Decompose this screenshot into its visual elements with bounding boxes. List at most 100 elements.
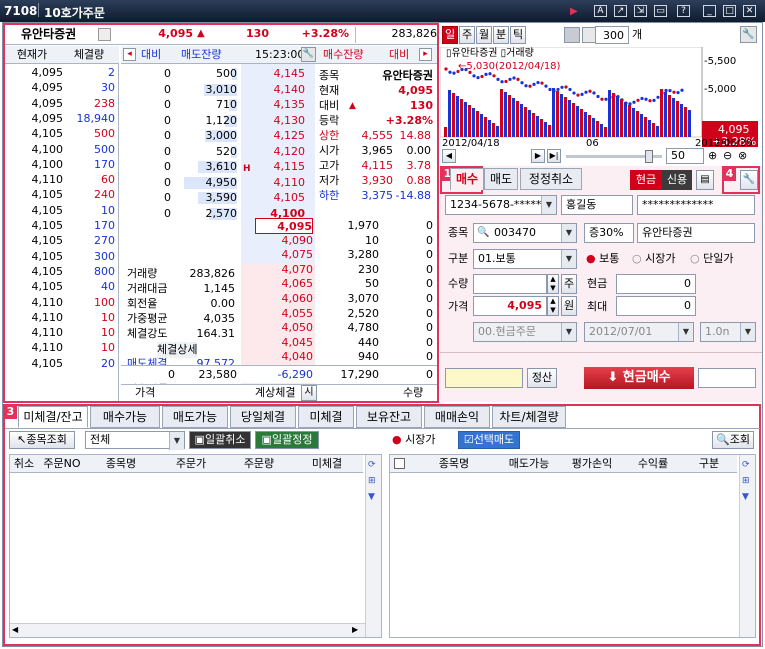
chart-toggle-a[interactable] bbox=[564, 27, 580, 43]
ask-price[interactable]: 4,145 bbox=[243, 66, 306, 82]
font-icon[interactable]: A bbox=[594, 5, 607, 17]
cancel-all-button[interactable]: ▣일괄취소 bbox=[189, 431, 251, 449]
zoom-slider-handle[interactable] bbox=[645, 150, 653, 163]
ask-price[interactable]: 4,120 bbox=[243, 144, 306, 160]
bid-price[interactable]: 4,065 bbox=[255, 276, 314, 292]
refresh2-icon[interactable]: ⟳ bbox=[742, 457, 750, 473]
ask-price[interactable]: 4,105 bbox=[243, 190, 306, 206]
credit-toggle[interactable]: 신용 bbox=[662, 170, 692, 190]
order-kind-select[interactable]: 00.현금주문 bbox=[473, 322, 577, 342]
bar-count-input[interactable]: 300 bbox=[595, 26, 629, 44]
ask-price[interactable]: 4,130 bbox=[243, 113, 306, 129]
zoom-reset-icon[interactable]: ⊗ bbox=[738, 148, 747, 164]
wrench-icon[interactable]: 🔧 bbox=[301, 47, 316, 62]
tab-sell[interactable]: 매도 bbox=[484, 168, 518, 190]
chart-settings-icon[interactable]: 🔧 bbox=[740, 26, 757, 43]
ask-price[interactable]: 4,125 bbox=[243, 128, 306, 144]
stock-lookup-button[interactable]: ↖종목조회 bbox=[9, 431, 75, 449]
bid-price[interactable]: 4,045 bbox=[255, 335, 314, 351]
chart-tab-0[interactable]: 일 bbox=[442, 26, 458, 44]
add-icon[interactable]: ⊞ bbox=[368, 473, 376, 489]
hscroll-left-icon[interactable]: ◀ bbox=[12, 622, 18, 638]
bottom-tab-3[interactable]: 당일체결 bbox=[230, 406, 296, 428]
filter-select[interactable]: 전체 bbox=[85, 431, 185, 450]
refresh-icon[interactable]: ⟳ bbox=[368, 457, 376, 473]
settle-field[interactable] bbox=[445, 368, 523, 388]
bid-price[interactable]: 4,095 bbox=[255, 218, 313, 234]
select-sell-button[interactable]: ☑선택매도 bbox=[458, 431, 520, 449]
bottom-tab-4[interactable]: 미체결 bbox=[298, 406, 354, 428]
ask-price[interactable]: 4,115 bbox=[243, 159, 306, 175]
bid-price[interactable]: 4,090 bbox=[255, 233, 314, 249]
date-select[interactable]: 2012/07/01 bbox=[584, 322, 694, 342]
scroll-left-button[interactable]: ◀ bbox=[442, 149, 456, 163]
qty-stepper[interactable]: ▲ ▼ bbox=[547, 274, 559, 294]
bottom-tab-2[interactable]: 매도가능 bbox=[162, 406, 228, 428]
bid-price[interactable]: 4,055 bbox=[255, 306, 314, 322]
orders-hscrollbar[interactable]: ◀ ▶ bbox=[10, 623, 365, 637]
ask-price[interactable]: 4,110 bbox=[243, 175, 306, 191]
bid-price[interactable]: 4,075 bbox=[255, 247, 314, 263]
close-icon[interactable]: ✕ bbox=[743, 5, 756, 17]
chart-tab-3[interactable]: 분 bbox=[493, 26, 509, 44]
days-select[interactable]: 1.0n bbox=[700, 322, 756, 342]
price-stepper[interactable]: ▲ ▼ bbox=[547, 296, 559, 316]
orders-scrollbar[interactable]: ⟳ ⊞ ▼ bbox=[365, 455, 381, 637]
password-input[interactable]: ************* bbox=[637, 195, 755, 215]
stock-search-icon[interactable] bbox=[98, 28, 111, 41]
qty-input[interactable] bbox=[473, 274, 547, 294]
account-select[interactable]: 1234-5678-***** bbox=[445, 195, 557, 215]
ask-price[interactable]: 4,140 bbox=[243, 82, 306, 98]
opt-single[interactable]: ○ 단일가 bbox=[690, 251, 733, 267]
cash-toggle[interactable]: 현금 bbox=[630, 170, 662, 190]
chart-tab-1[interactable]: 주 bbox=[459, 26, 475, 44]
bid-price[interactable]: 4,060 bbox=[255, 291, 314, 307]
lookup-button[interactable]: 🔍조회 bbox=[712, 431, 754, 449]
price-input[interactable]: 4,095 bbox=[473, 296, 547, 316]
opt-market[interactable]: ○ 시장가 bbox=[632, 251, 675, 267]
scroll-right-button[interactable]: ▶ bbox=[531, 149, 545, 163]
chart-toggle-b[interactable] bbox=[582, 27, 596, 43]
chart-tab-4[interactable]: 틱 bbox=[510, 26, 526, 44]
select-all-checkbox[interactable] bbox=[394, 458, 405, 469]
restore-icon[interactable]: ▭ bbox=[654, 5, 667, 17]
minimize-icon[interactable]: _ bbox=[703, 5, 716, 17]
order-settings-icon[interactable]: 🔧 bbox=[740, 170, 758, 190]
play-icon[interactable]: ▶ bbox=[570, 6, 578, 17]
chart-tab-2[interactable]: 월 bbox=[476, 26, 492, 44]
bottom-tab-5[interactable]: 보유잔고 bbox=[356, 406, 422, 428]
qty-unit-button[interactable]: 주 bbox=[561, 274, 577, 294]
tab-buy[interactable]: 매수 bbox=[450, 168, 484, 190]
ask-price[interactable]: 4,135 bbox=[243, 97, 306, 113]
holdings-scrollbar[interactable]: ⟳ ⊞ ▼ bbox=[739, 455, 755, 637]
modify-all-button[interactable]: ▣일괄정정 bbox=[255, 431, 319, 449]
bottom-tab-1[interactable]: 매수가능 bbox=[90, 406, 160, 428]
zoom-out-icon[interactable]: ⊖ bbox=[723, 148, 732, 164]
tab-modify-cancel[interactable]: 정정취소 bbox=[520, 168, 582, 190]
bid-price[interactable]: 4,040 bbox=[255, 349, 314, 365]
bottom-tab-6[interactable]: 매매손익 bbox=[424, 406, 490, 428]
link-icon[interactable]: ↗ bbox=[614, 5, 627, 17]
order-book-icon[interactable]: ▤ bbox=[696, 170, 714, 190]
bid-price[interactable]: 4,070 bbox=[255, 262, 314, 278]
expand-right-icon[interactable]: ▸ bbox=[419, 48, 432, 61]
order-type-select[interactable]: 01.보통 bbox=[473, 249, 577, 269]
settle-button[interactable]: 정산 bbox=[527, 368, 557, 388]
code-search-icon[interactable]: 🔍 bbox=[477, 225, 489, 241]
scroll-down-icon[interactable]: ▼ bbox=[368, 489, 375, 505]
maximize-icon[interactable]: □ bbox=[723, 5, 736, 17]
zoom-input[interactable]: 50 bbox=[666, 148, 704, 164]
zoom-in-icon[interactable]: ⊕ bbox=[708, 148, 717, 164]
price-unit-button[interactable]: 원 bbox=[561, 296, 577, 316]
bottom-tab-7[interactable]: 차트/체결량 bbox=[492, 406, 566, 428]
resize-icon[interactable]: ⇲ bbox=[634, 5, 647, 17]
bottom-tab-0[interactable]: 미체결/잔고 bbox=[18, 406, 88, 428]
bid-price[interactable]: 4,050 bbox=[255, 320, 314, 336]
stock-name[interactable]: 유안타증권 bbox=[21, 26, 76, 42]
opt-normal[interactable]: ● 보통 bbox=[586, 251, 619, 267]
cash-buy-button[interactable]: ⬇ 현금매수 bbox=[584, 367, 694, 389]
scroll-end-button[interactable]: ▶| bbox=[547, 149, 561, 163]
add2-icon[interactable]: ⊞ bbox=[742, 473, 750, 489]
hscroll-right-icon[interactable]: ▶ bbox=[352, 622, 358, 638]
extra-field[interactable] bbox=[698, 368, 756, 388]
